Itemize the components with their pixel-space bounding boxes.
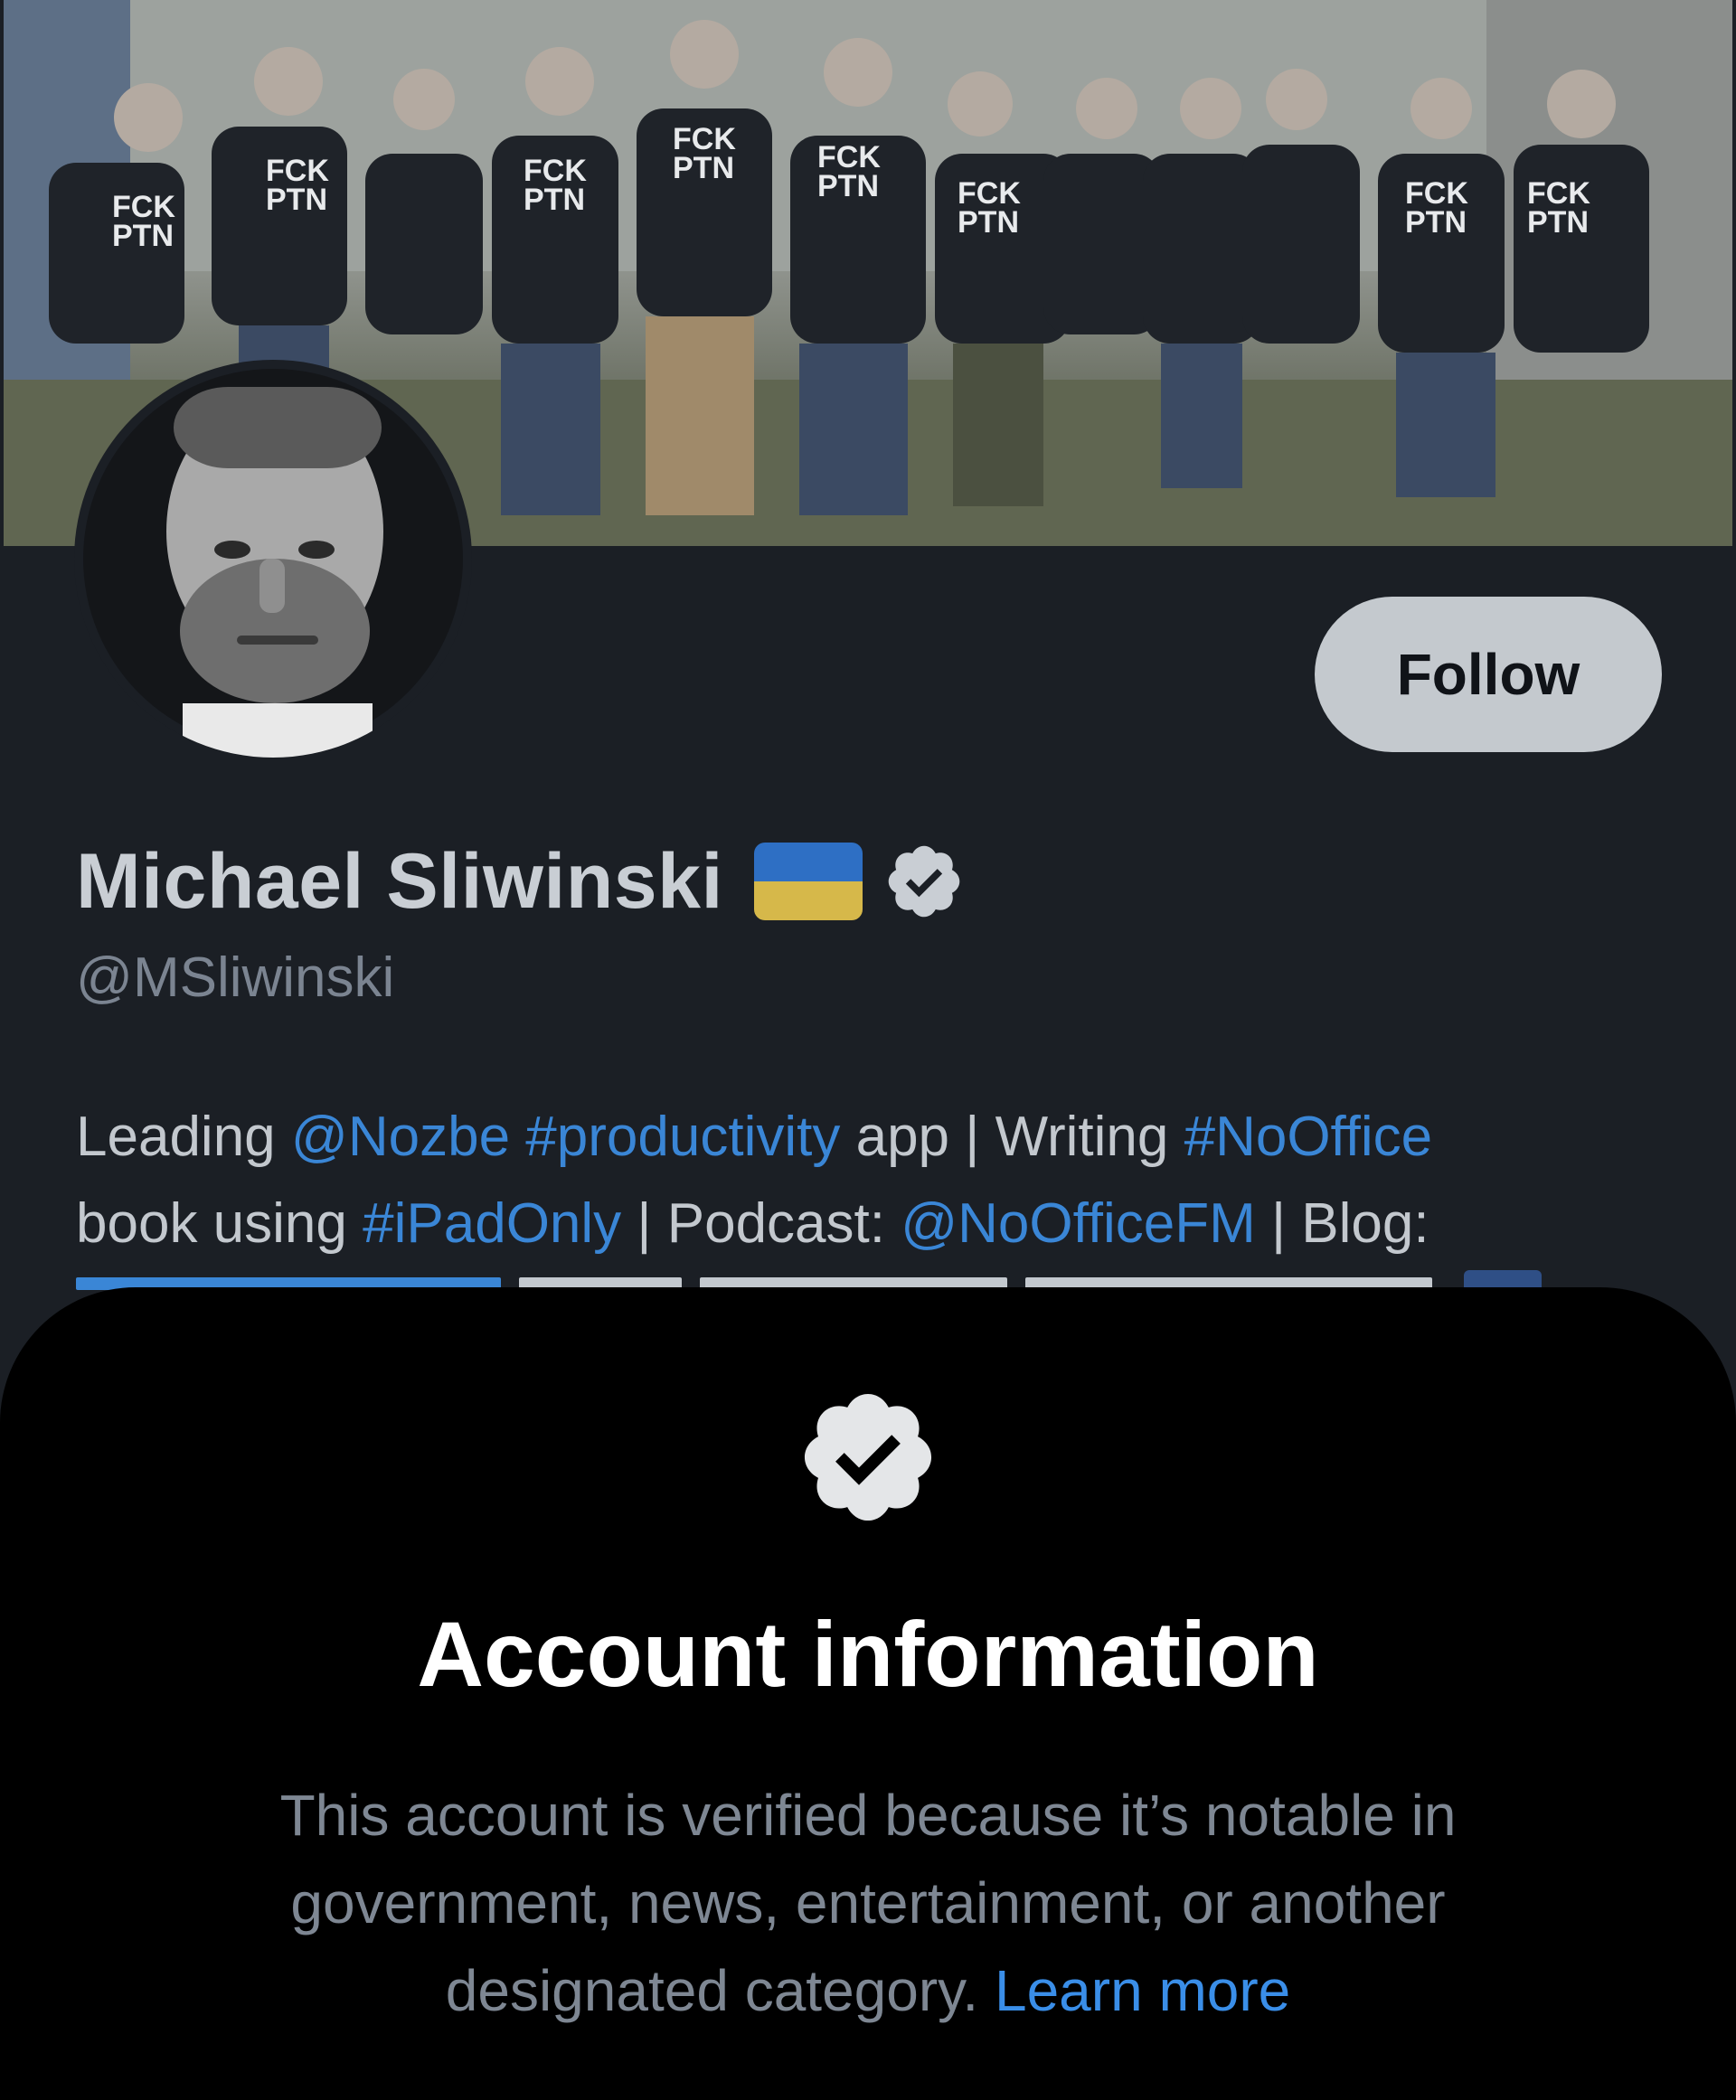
shirt-text: PTN — [958, 205, 1019, 240]
bio-text — [510, 1106, 525, 1168]
bio-text: book using — [76, 1192, 363, 1255]
profile-screen: FCK PTN FCK PTN FCK PTN FCK PTN FCK PTN … — [0, 0, 1736, 2100]
follow-button[interactable]: Follow — [1315, 597, 1662, 752]
shirt-text: PTN — [266, 183, 327, 217]
shirt-text: PTN — [112, 219, 174, 253]
bio-text: Leading — [76, 1106, 291, 1168]
bio-line-1: Leading @Nozbe #productivity app | Writi… — [76, 1094, 1703, 1181]
shirt-text: PTN — [673, 151, 734, 185]
shirt-text: PTN — [524, 183, 585, 217]
verified-badge-icon[interactable] — [882, 840, 966, 923]
display-name-row: Michael Sliwinski — [76, 832, 966, 931]
shirt-text: PTN — [817, 169, 879, 203]
verified-badge-icon — [804, 1393, 932, 1521]
shirt-text: PTN — [1527, 205, 1589, 240]
profile-bio: Leading @Nozbe #productivity app | Writi… — [76, 1094, 1703, 1267]
hashtag-link[interactable]: #iPadOnly — [363, 1192, 621, 1255]
bio-text: | Podcast: — [621, 1192, 901, 1255]
hashtag-link[interactable]: #productivity — [525, 1106, 840, 1168]
mention-link[interactable]: @NoOfficeFM — [901, 1192, 1256, 1255]
profile-avatar[interactable] — [74, 360, 472, 758]
profile-handle: @MSliwinski — [76, 946, 395, 1009]
mention-link[interactable]: @Nozbe — [291, 1106, 510, 1168]
bio-text: app | Writing — [840, 1106, 1184, 1168]
bio-line-2: book using #iPadOnly | Podcast: @NoOffic… — [76, 1181, 1703, 1267]
display-name: Michael Sliwinski — [76, 837, 723, 925]
sheet-title: Account information — [417, 1603, 1319, 1706]
ukraine-flag-icon — [753, 843, 863, 920]
bio-text: | Blog: — [1255, 1192, 1429, 1255]
hashtag-link[interactable]: #NoOffice — [1184, 1106, 1433, 1168]
learn-more-link[interactable]: Learn more — [995, 1958, 1290, 2023]
shirt-text: PTN — [1405, 205, 1467, 240]
avatar-photo — [83, 369, 463, 758]
sheet-description: This account is verified because it’s no… — [145, 1772, 1591, 2035]
